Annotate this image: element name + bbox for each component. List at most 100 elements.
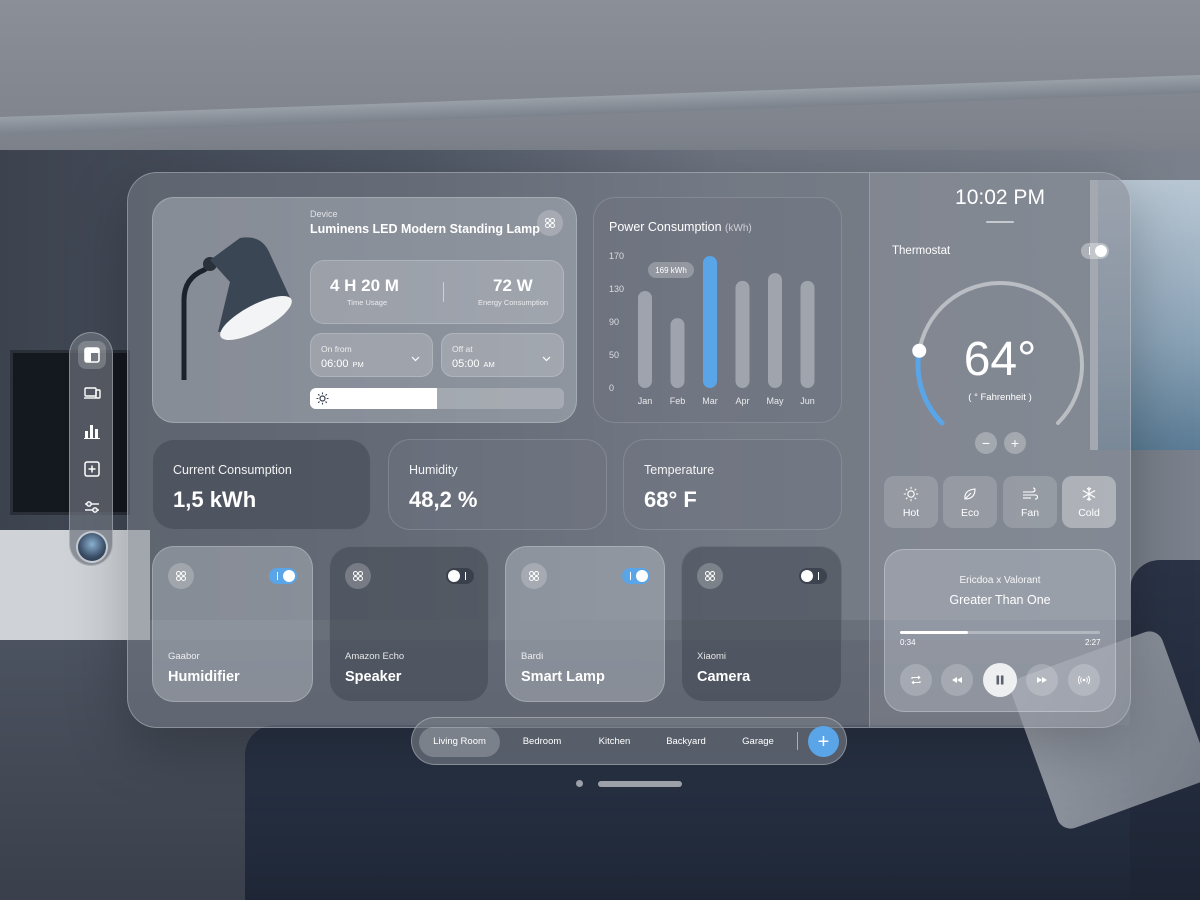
- temperature-label: Temperature: [644, 463, 715, 477]
- y-tick-label: 130: [609, 284, 624, 294]
- on-from-select[interactable]: On from 06:00 PM: [310, 333, 433, 377]
- off-at-ampm: AM: [483, 360, 495, 369]
- rewind-icon: [952, 677, 962, 683]
- tab-garage[interactable]: Garage: [733, 727, 783, 757]
- brightness-slider[interactable]: [310, 388, 564, 409]
- settings-nav-button[interactable]: [78, 493, 106, 521]
- chart-bar: [638, 290, 652, 388]
- humidity-label: Humidity: [409, 463, 458, 477]
- dashboard-nav-button[interactable]: [78, 341, 106, 369]
- humidifier-toggle[interactable]: [269, 568, 297, 584]
- y-tick-label: 90: [609, 317, 619, 327]
- side-rail: [69, 332, 113, 566]
- tile-name: Smart Lamp: [521, 669, 605, 685]
- fast-forward-button[interactable]: [1026, 664, 1058, 696]
- chevron-down-icon: [542, 356, 551, 362]
- broadcast-icon: [1078, 675, 1090, 685]
- grid-icon: [545, 218, 555, 228]
- tab-living-room[interactable]: Living Room: [419, 727, 500, 757]
- mode-fan-button[interactable]: Fan: [1003, 476, 1057, 528]
- lamp-image: [181, 237, 292, 380]
- camera-toggle[interactable]: [799, 568, 827, 584]
- mode-hot-button[interactable]: Hot: [884, 476, 938, 528]
- chart-bar: [703, 256, 717, 388]
- tab-bedroom[interactable]: Bedroom: [512, 727, 572, 757]
- plus-square-icon: [84, 461, 100, 477]
- y-tick-label: 50: [609, 350, 619, 360]
- pause-button[interactable]: [983, 663, 1017, 697]
- current-consumption-value: 1,5 kWh: [173, 487, 257, 512]
- device-menu-button[interactable]: [537, 210, 563, 236]
- grid-icon: [529, 571, 539, 581]
- toggle-knob: [448, 570, 460, 582]
- on-from-value: 06:00 PM: [321, 358, 364, 370]
- time-usage-value: 4 H 20 M: [330, 276, 399, 295]
- off-at-time: 05:00: [452, 358, 480, 370]
- chart-bar: [768, 273, 782, 388]
- y-tick-label: 170: [609, 251, 624, 261]
- mode-label: Cold: [1078, 507, 1100, 519]
- x-tick-label: Apr: [735, 396, 749, 406]
- track-progress[interactable]: [900, 631, 1100, 634]
- chart-bar: [800, 280, 815, 388]
- speaker-toggle[interactable]: [446, 568, 474, 584]
- tile-menu-button[interactable]: [697, 563, 723, 589]
- toggle-knob: [636, 570, 648, 582]
- data-label: 169 kWh: [655, 266, 687, 275]
- dashboard-icon: [84, 347, 100, 363]
- increase-temp-button[interactable]: +: [1004, 432, 1026, 454]
- chart-title: Power Consumption (kWh): [609, 220, 752, 234]
- sun-icon: [903, 486, 919, 502]
- devices-nav-button[interactable]: [78, 379, 106, 407]
- humidity-card: [388, 439, 607, 530]
- rewind-button[interactable]: [941, 664, 973, 696]
- tile-menu-button[interactable]: [168, 563, 194, 589]
- statistics-nav-button[interactable]: [78, 417, 106, 445]
- chart-title-text: Power Consumption: [609, 220, 722, 234]
- x-tick-label: Feb: [670, 396, 686, 406]
- toggle-tick: [818, 572, 819, 580]
- toggle-knob: [283, 570, 295, 582]
- broadcast-button[interactable]: [1068, 664, 1100, 696]
- track-title: Greater Than One: [949, 593, 1051, 607]
- sliders-icon: [85, 501, 99, 513]
- tile-menu-button[interactable]: [345, 563, 371, 589]
- track-artist: Ericdoa x Valorant: [959, 575, 1041, 586]
- pause-icon: [996, 675, 1004, 685]
- thermostat-temperature: 64°: [963, 333, 1037, 386]
- tile-brand: Xiaomi: [697, 651, 727, 662]
- user-avatar[interactable]: [76, 531, 108, 563]
- track-total: 2:27: [1085, 638, 1101, 647]
- pager-dot[interactable]: [576, 780, 583, 787]
- x-tick-label: May: [766, 396, 784, 406]
- smart-lamp-toggle[interactable]: [622, 568, 650, 584]
- tile-brand: Amazon Echo: [345, 651, 405, 662]
- mode-label: Eco: [960, 507, 980, 519]
- mode-cold-button[interactable]: Cold: [1062, 476, 1116, 528]
- tile-name: Humidifier: [168, 669, 240, 685]
- pager-handle[interactable]: [598, 781, 682, 787]
- add-room-button[interactable]: +: [808, 726, 839, 757]
- clock-divider: [986, 221, 1014, 223]
- thermostat-toggle[interactable]: [1081, 243, 1109, 259]
- dial-knob[interactable]: [912, 343, 927, 358]
- grid-icon: [176, 571, 186, 581]
- toggle-tick: [465, 572, 466, 580]
- repeat-icon: [911, 675, 921, 685]
- dial-level-arc: [915, 348, 945, 426]
- tab-backyard[interactable]: Backyard: [656, 727, 716, 757]
- repeat-button[interactable]: [900, 664, 932, 696]
- grid-icon: [353, 571, 363, 581]
- mode-eco-button[interactable]: Eco: [943, 476, 997, 528]
- add-device-nav-button[interactable]: [78, 455, 106, 483]
- tab-kitchen[interactable]: Kitchen: [587, 727, 642, 757]
- device-name: Luminens LED Modern Standing Lamp: [310, 222, 540, 236]
- wind-icon: [1023, 487, 1038, 500]
- track-elapsed: 0:34: [900, 638, 916, 647]
- decrease-temp-button[interactable]: −: [975, 432, 997, 454]
- on-from-time: 06:00: [321, 358, 349, 370]
- tile-menu-button[interactable]: [521, 563, 547, 589]
- off-at-select[interactable]: Off at 05:00 AM: [441, 333, 564, 377]
- x-tick-label: Jan: [638, 396, 653, 406]
- toggle-tick: [1089, 247, 1090, 255]
